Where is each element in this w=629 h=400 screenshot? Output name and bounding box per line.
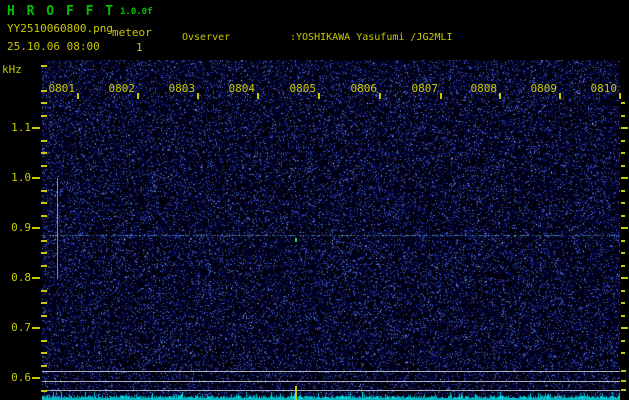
time-tick: [197, 93, 199, 99]
freq-minor-tick: [41, 265, 47, 267]
time-tick-label: 0803: [168, 82, 196, 95]
freq-tick-label: 1.0: [11, 171, 31, 184]
freq-minor-tick: [621, 290, 625, 292]
freq-tick-label: 0.9: [11, 221, 31, 234]
freq-minor-tick: [41, 252, 47, 254]
freq-minor-tick: [41, 302, 47, 304]
time-tick-label: 0808: [470, 82, 498, 95]
freq-tick-label: 0.8: [11, 271, 31, 284]
freq-minor-tick: [621, 165, 625, 167]
freq-minor-tick: [41, 240, 47, 242]
output-filename: YY2510060800.png: [7, 22, 113, 35]
freq-major-tick: [32, 177, 40, 179]
carrier-reference-line: [42, 390, 620, 391]
freq-minor-tick: [41, 390, 47, 392]
freq-minor-tick: [41, 315, 47, 317]
freq-minor-tick: [621, 389, 626, 391]
time-tick: [137, 93, 139, 99]
time-tick-label: 0805: [289, 82, 317, 95]
spectrogram-canvas: [42, 60, 620, 400]
freq-minor-tick: [41, 115, 47, 117]
freq-minor-tick: [621, 380, 626, 382]
freq-minor-tick: [41, 365, 47, 367]
hrofft-window: H R O F F T 1.0.0f YY2510060800.png mete…: [0, 0, 629, 400]
freq-minor-tick: [621, 102, 625, 104]
time-tick-label: 0807: [411, 82, 439, 95]
freq-minor-tick: [41, 215, 47, 217]
time-tick-label: 0810: [590, 82, 618, 95]
freq-minor-tick: [41, 140, 47, 142]
time-tick: [440, 93, 442, 99]
freq-major-tick: [32, 277, 40, 279]
time-tick: [77, 93, 79, 99]
freq-minor-tick: [621, 177, 628, 179]
freq-minor-tick: [621, 277, 628, 279]
freq-minor-tick: [621, 252, 625, 254]
freq-axis-unit: kHz: [2, 63, 22, 76]
freq-minor-tick: [41, 190, 47, 192]
app-title: H R O F F T: [7, 4, 116, 19]
freq-tick-label: 1.1: [11, 121, 31, 134]
carrier-reference-line: [42, 371, 620, 372]
carrier-reference-line: [42, 381, 620, 382]
meteor-echo-marker: [295, 238, 297, 242]
time-tick: [559, 93, 561, 99]
app-version: 1.0.0f: [120, 7, 153, 17]
time-tick-label: 0809: [530, 82, 558, 95]
time-tick-label: 0804: [228, 82, 256, 95]
freq-minor-tick: [41, 152, 47, 154]
signal-scale-bar: [57, 178, 58, 279]
meteor-count-value: 1: [136, 41, 143, 54]
freq-minor-tick: [621, 190, 625, 192]
station-label: Ovserver: [182, 32, 231, 43]
time-tick-label: 0801: [48, 82, 76, 95]
time-tick: [257, 93, 259, 99]
freq-minor-tick: [41, 290, 47, 292]
time-tick-label: 0806: [350, 82, 378, 95]
freq-minor-tick: [621, 265, 625, 267]
freq-minor-tick: [41, 340, 47, 342]
freq-minor-tick: [41, 202, 47, 204]
freq-minor-tick: [621, 215, 625, 217]
freq-major-tick: [32, 127, 40, 129]
time-tick: [619, 93, 621, 99]
observation-datetime: 25.10.06 08:00: [7, 40, 100, 53]
freq-minor-tick: [621, 127, 628, 129]
freq-minor-tick: [621, 340, 625, 342]
event-time-marker: [295, 386, 297, 400]
freq-minor-tick: [621, 115, 625, 117]
freq-minor-tick: [41, 65, 47, 67]
freq-minor-tick: [621, 315, 625, 317]
freq-minor-tick: [621, 302, 625, 304]
freq-major-tick: [32, 327, 40, 329]
observation-mode-label: meteor: [112, 26, 152, 39]
freq-minor-tick: [621, 152, 625, 154]
time-tick: [499, 93, 501, 99]
freq-minor-tick: [41, 102, 47, 104]
freq-minor-tick: [621, 327, 628, 329]
freq-tick-label: 0.6: [11, 371, 31, 384]
freq-tick-label: 0.7: [11, 321, 31, 334]
freq-minor-tick: [621, 370, 626, 372]
time-tick-label: 0802: [108, 82, 136, 95]
time-tick: [379, 93, 381, 99]
freq-major-tick: [32, 227, 40, 229]
station-row-observer: Ovserver :YOSHIKAWA Yasufumi /JG2MLI: [182, 31, 573, 45]
station-value: :YOSHIKAWA Yasufumi /JG2MLI: [290, 32, 453, 43]
freq-minor-tick: [621, 240, 625, 242]
freq-minor-tick: [621, 352, 625, 354]
freq-minor-tick: [621, 202, 625, 204]
freq-minor-tick: [621, 227, 628, 229]
freq-minor-tick: [41, 90, 47, 92]
time-tick: [318, 93, 320, 99]
freq-minor-tick: [41, 352, 47, 354]
freq-minor-tick: [621, 140, 625, 142]
freq-major-tick: [32, 377, 40, 379]
freq-minor-tick: [41, 165, 47, 167]
